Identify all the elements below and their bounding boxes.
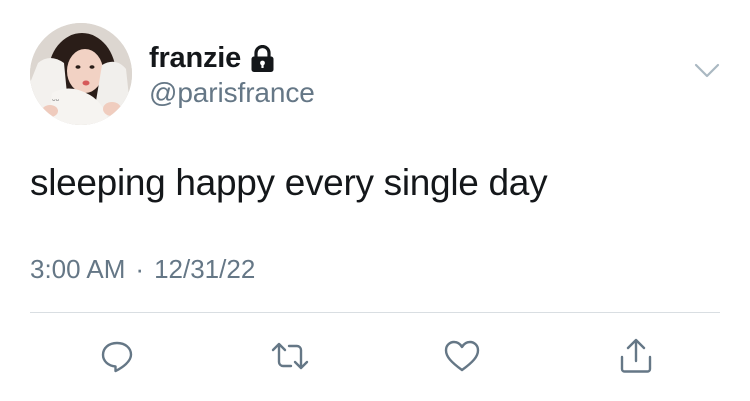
avatar[interactable]: ᴗᴗ	[30, 23, 132, 125]
lock-icon	[250, 44, 275, 73]
display-name[interactable]: franzie	[149, 42, 241, 75]
svg-text:ᴗᴗ: ᴗᴗ	[52, 96, 60, 103]
heart-icon	[443, 338, 481, 374]
divider	[30, 312, 720, 313]
tweet-date[interactable]: 12/31/22	[154, 254, 255, 285]
share-button[interactable]	[614, 334, 658, 378]
tweet-card: ᴗᴗ franzie @parisfrance sleeping happy e…	[0, 0, 750, 401]
user-handle[interactable]: @parisfrance	[149, 77, 315, 109]
tweet-meta: 3:00 AM · 12/31/22	[30, 254, 255, 285]
tweet-time[interactable]: 3:00 AM	[30, 254, 125, 285]
like-button[interactable]	[440, 334, 484, 378]
retweet-button[interactable]	[268, 334, 312, 378]
action-bar	[0, 334, 750, 382]
avatar-image: ᴗᴗ	[30, 23, 132, 125]
meta-separator: ·	[135, 254, 145, 284]
tweet-text: sleeping happy every single day	[30, 162, 548, 203]
reply-icon	[99, 338, 135, 374]
chevron-down-icon[interactable]	[694, 62, 720, 80]
reply-button[interactable]	[95, 334, 139, 378]
retweet-icon	[270, 338, 310, 374]
share-icon	[618, 337, 654, 375]
user-name-row[interactable]: franzie	[149, 40, 275, 76]
